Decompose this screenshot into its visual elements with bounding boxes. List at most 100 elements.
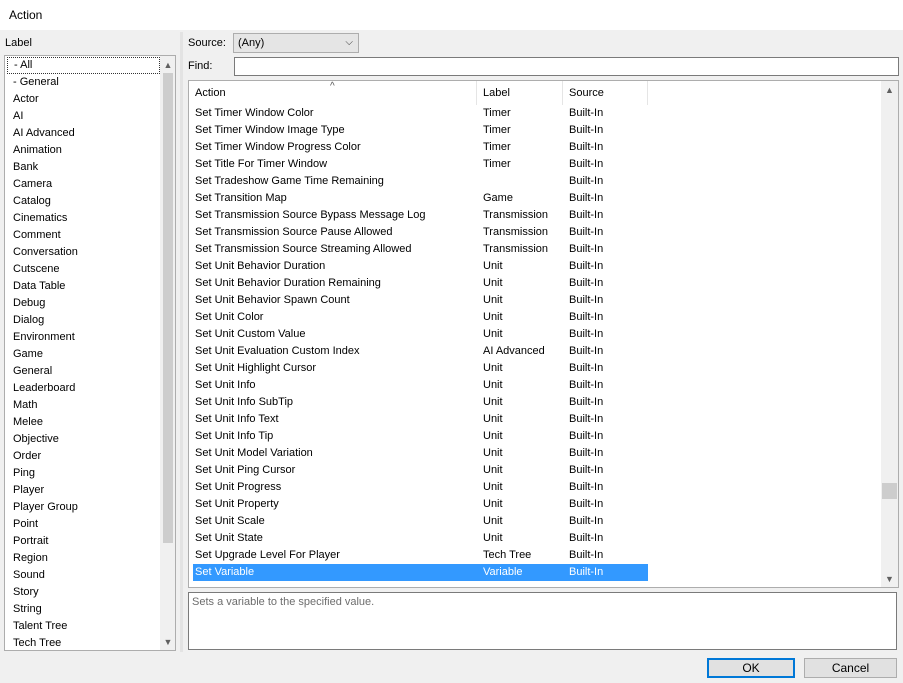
table-row[interactable]: Set Title For Timer Window Timer Built-In <box>193 156 873 173</box>
source-dropdown[interactable]: (Any) ⌵ <box>233 33 359 53</box>
label-list-item[interactable]: Data Table <box>6 278 161 295</box>
label-list-item[interactable]: Dialog <box>6 312 161 329</box>
source-cell: Built-In <box>569 413 604 425</box>
table-row[interactable]: Set Timer Window Progress Color Timer Buil… <box>193 139 873 156</box>
table-row[interactable]: Set Variable Variable Built-In <box>193 564 648 581</box>
label-list[interactable]: - All - General Actor AI AI Advanced Animatio… <box>4 55 176 651</box>
table-row[interactable]: Set Unit Custom Value Unit Built-In <box>193 326 873 343</box>
table-row[interactable]: Set Unit Behavior Spawn Count Unit Built-I… <box>193 292 873 309</box>
label-list-item[interactable]: Objective <box>6 431 161 448</box>
source-cell: Built-In <box>569 464 604 476</box>
table-row[interactable]: Set Unit Info Tip Unit Built-In <box>193 428 873 445</box>
table-row[interactable]: Set Transmission Source Streaming Allowe… <box>193 241 873 258</box>
table-row[interactable]: Set Unit Ping Cursor Unit Built-In <box>193 462 873 479</box>
label-list-item[interactable]: Comment <box>6 227 161 244</box>
table-row[interactable]: Set Timer Window Color Timer Built-In <box>193 105 873 122</box>
label-list-item[interactable]: Environment <box>6 329 161 346</box>
label-list-item[interactable]: Bank <box>6 159 161 176</box>
sort-ascending-icon: ^ <box>330 81 335 92</box>
source-cell: Built-In <box>569 260 604 272</box>
table-row[interactable]: Set Transmission Source Bypass Message L… <box>193 207 873 224</box>
table-row[interactable]: Set Upgrade Level For Player Tech Tree Bui… <box>193 547 873 564</box>
action-cell: Set Unit Highlight Cursor <box>195 362 317 374</box>
cancel-button[interactable]: Cancel <box>804 658 897 678</box>
table-row[interactable]: Set Transmission Source Pause Allowed Tra… <box>193 224 873 241</box>
scroll-down-arrow-icon[interactable]: ▼ <box>160 633 175 650</box>
column-header-source[interactable]: Source <box>563 81 648 105</box>
source-cell: Built-In <box>569 328 604 340</box>
label-list-item[interactable]: Order <box>6 448 161 465</box>
table-row[interactable]: Set Tradeshow Game Time Remaining Built-I… <box>193 173 873 190</box>
label-list-item[interactable]: Animation <box>6 142 161 159</box>
action-table[interactable]: Action ^ Label Source Set Timer Window C… <box>188 80 899 588</box>
label-cell: Tech Tree <box>483 549 532 561</box>
label-list-item[interactable]: Tech Tree <box>6 635 161 650</box>
column-header-label[interactable]: Label <box>477 81 563 105</box>
label-list-scrollbar[interactable]: ▲ ▼ <box>160 56 175 650</box>
label-list-item[interactable]: Story <box>6 584 161 601</box>
table-row[interactable]: Set Unit Model Variation Unit Built-In <box>193 445 873 462</box>
label-list-item[interactable]: Cutscene <box>6 261 161 278</box>
table-row[interactable]: Set Unit Progress Unit Built-In <box>193 479 873 496</box>
find-input[interactable] <box>234 57 899 76</box>
table-row[interactable]: Set Unit Info Text Unit Built-In <box>193 411 873 428</box>
table-row[interactable]: Set Unit Highlight Cursor Unit Built-In <box>193 360 873 377</box>
table-row[interactable]: Set Unit Evaluation Custom Index AI Advan… <box>193 343 873 360</box>
action-cell: Set Unit Evaluation Custom Index <box>195 345 360 357</box>
label-cell: Timer <box>483 124 511 136</box>
table-row[interactable]: Set Unit State Unit Built-In <box>193 530 873 547</box>
label-list-item[interactable]: Leaderboard <box>6 380 161 397</box>
label-list-item[interactable]: Catalog <box>6 193 161 210</box>
action-cell: Set Tradeshow Game Time Remaining <box>195 175 384 187</box>
label-list-item[interactable]: Melee <box>6 414 161 431</box>
label-list-item[interactable]: AI <box>6 108 161 125</box>
action-cell: Set Transmission Source Streaming Allowe… <box>195 243 412 255</box>
label-list-item[interactable]: Game <box>6 346 161 363</box>
column-header-action-label: Action <box>195 87 226 99</box>
label-list-item[interactable]: Debug <box>6 295 161 312</box>
table-row[interactable]: Set Unit Property Unit Built-In <box>193 496 873 513</box>
label-list-item[interactable]: Cinematics <box>6 210 161 227</box>
label-list-item[interactable]: Point <box>6 516 161 533</box>
ok-button[interactable]: OK <box>707 658 795 678</box>
label-list-item[interactable]: - General <box>6 74 161 91</box>
table-row[interactable]: Set Unit Behavior Duration Unit Built-In <box>193 258 873 275</box>
label-list-item[interactable]: Math <box>6 397 161 414</box>
source-cell: Built-In <box>569 430 604 442</box>
label-cell: Unit <box>483 396 503 408</box>
label-list-item[interactable]: Player <box>6 482 161 499</box>
source-cell: Built-In <box>569 158 604 170</box>
pane-splitter[interactable] <box>180 32 183 652</box>
label-list-item[interactable]: - All <box>7 57 160 74</box>
scroll-up-arrow-icon[interactable]: ▲ <box>160 56 175 73</box>
label-cell: Transmission <box>483 209 548 221</box>
action-cell: Set Unit Behavior Duration <box>195 260 326 272</box>
table-row[interactable]: Set Unit Behavior Duration Remaining Unit… <box>193 275 873 292</box>
label-list-item[interactable]: AI Advanced <box>6 125 161 142</box>
label-list-item[interactable]: General <box>6 363 161 380</box>
label-list-item[interactable]: Player Group <box>6 499 161 516</box>
label-list-item[interactable]: Talent Tree <box>6 618 161 635</box>
label-list-item[interactable]: Portrait <box>6 533 161 550</box>
action-cell: Set Unit Behavior Spawn Count <box>195 294 350 306</box>
table-row[interactable]: Set Unit Color Unit Built-In <box>193 309 873 326</box>
table-row[interactable]: Set Unit Scale Unit Built-In <box>193 513 873 530</box>
label-list-scroll-thumb[interactable] <box>163 73 173 543</box>
label-list-item[interactable]: Sound <box>6 567 161 584</box>
label-list-item[interactable]: Ping <box>6 465 161 482</box>
table-row[interactable]: Set Unit Info SubTip Unit Built-In <box>193 394 873 411</box>
label-list-item[interactable]: String <box>6 601 161 618</box>
label-list-item[interactable]: Camera <box>6 176 161 193</box>
table-scroll-thumb[interactable] <box>882 483 897 499</box>
table-row[interactable]: Set Timer Window Image Type Timer Built-In <box>193 122 873 139</box>
scroll-up-arrow-icon[interactable]: ▲ <box>881 81 898 98</box>
column-header-action[interactable]: Action ^ <box>189 81 477 105</box>
table-row[interactable]: Set Transition Map Game Built-In <box>193 190 873 207</box>
label-cell: Unit <box>483 362 503 374</box>
label-list-item[interactable]: Region <box>6 550 161 567</box>
table-row[interactable]: Set Unit Info Unit Built-In <box>193 377 873 394</box>
label-list-item[interactable]: Actor <box>6 91 161 108</box>
table-scrollbar[interactable]: ▲ ▼ <box>881 81 898 587</box>
label-list-item[interactable]: Conversation <box>6 244 161 261</box>
scroll-down-arrow-icon[interactable]: ▼ <box>881 570 898 587</box>
